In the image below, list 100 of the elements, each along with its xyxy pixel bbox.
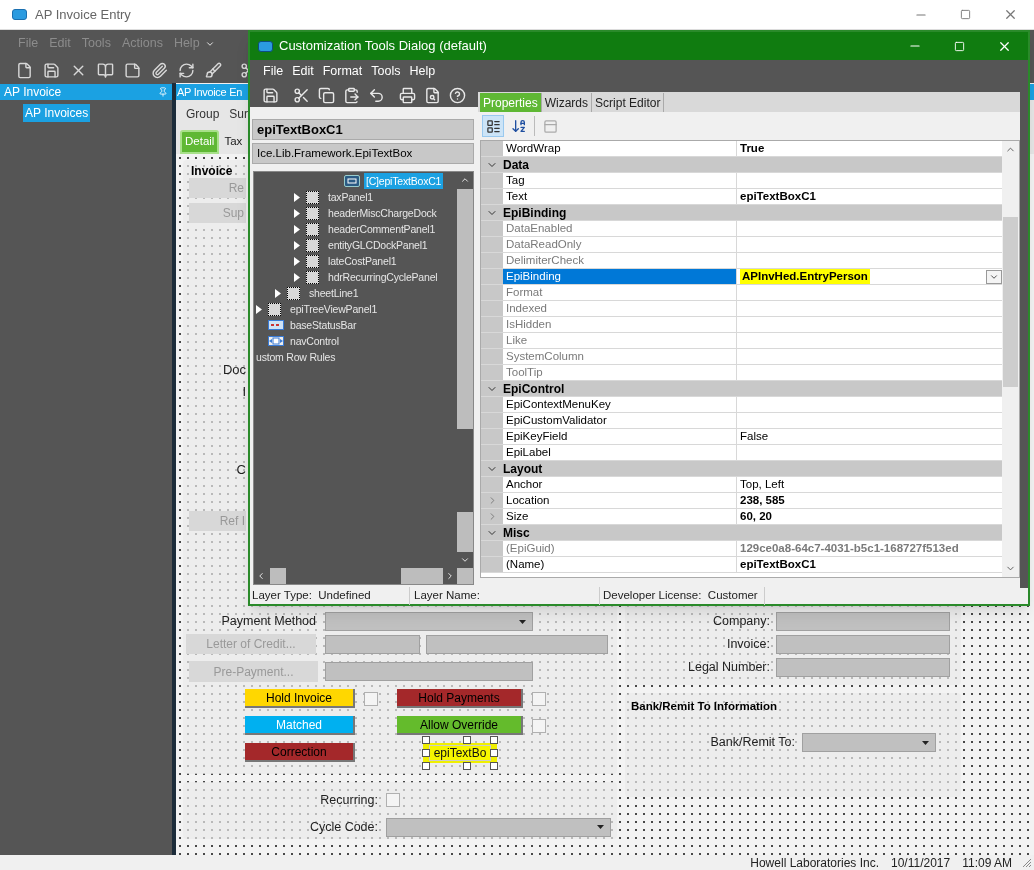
expand-arrow-icon[interactable] [294, 192, 300, 202]
save-icon[interactable] [262, 86, 279, 104]
category-label: Layout [503, 460, 543, 478]
refresh-icon[interactable] [178, 61, 195, 79]
expand-arrow-icon[interactable] [294, 272, 300, 282]
expand-arrow-icon[interactable] [275, 288, 281, 298]
property-name[interactable]: EpiContextMenuKey [503, 397, 737, 412]
book-icon[interactable] [97, 61, 114, 79]
property-name[interactable]: DelimiterCheck [503, 253, 737, 268]
control-type-field[interactable]: Ice.Lib.Framework.EpiTextBox [252, 143, 474, 164]
close-icon[interactable] [1003, 7, 1018, 22]
property-value: False [740, 429, 769, 444]
toolbar-item[interactable]: Group [186, 105, 220, 123]
input-field[interactable] [776, 635, 950, 654]
print-icon[interactable] [399, 86, 416, 104]
tree-item[interactable]: lateCostPanel1 [326, 253, 399, 269]
input-field[interactable] [426, 634, 608, 654]
menu-item[interactable]: Format [322, 62, 363, 81]
toolbar-item[interactable]: Sur [229, 105, 249, 123]
tree-item[interactable]: ustom Row Rules [254, 349, 338, 365]
property-name[interactable]: DataEnabled [503, 221, 737, 236]
new-icon[interactable] [16, 61, 33, 79]
tree-item[interactable]: sheetLine1 [307, 285, 361, 301]
input-field[interactable] [776, 658, 950, 677]
paperclip-icon[interactable] [151, 61, 168, 79]
checkbox[interactable] [532, 718, 546, 733]
status-button[interactable]: Allow Override [397, 716, 523, 735]
property-name[interactable]: EpiKeyField [503, 429, 737, 444]
resize-grip-icon[interactable] [1022, 857, 1032, 868]
save-icon[interactable] [43, 61, 60, 79]
designer-text-box[interactable]: epiTextBo [428, 744, 492, 761]
tree-item[interactable]: headerMiscChargeDock [326, 205, 439, 221]
property-name[interactable]: EpiLabel [503, 445, 737, 460]
note-icon[interactable] [124, 61, 141, 79]
expand-arrow-icon[interactable] [294, 240, 300, 250]
property-name[interactable]: Anchor [503, 477, 737, 492]
expand-arrow-icon[interactable] [294, 224, 300, 234]
input-field[interactable] [325, 634, 420, 654]
scroll-thumb[interactable] [270, 568, 286, 584]
cycle-code-dropdown[interactable] [386, 817, 611, 837]
scroll-left-icon[interactable] [256, 571, 266, 581]
property-name[interactable]: SystemColumn [503, 349, 737, 364]
checkbox[interactable] [532, 691, 546, 706]
cut-icon[interactable] [293, 86, 310, 104]
property-name[interactable]: EpiCustomValidator [503, 413, 737, 428]
property-name[interactable]: (EpiGuid) [503, 541, 737, 556]
input-field[interactable] [325, 662, 533, 681]
pin-icon[interactable] [158, 87, 168, 97]
scroll-thumb[interactable] [457, 189, 473, 429]
expand-arrow-icon[interactable] [256, 304, 262, 314]
undo-icon[interactable] [368, 86, 385, 104]
paste-icon[interactable] [343, 86, 360, 104]
menu-item[interactable]: Help [409, 62, 436, 81]
tree-item[interactable]: navControl [288, 333, 341, 349]
tree-item[interactable]: headerCommentPanel1 [326, 221, 438, 237]
property-name[interactable]: Tag [503, 173, 737, 188]
maximize-icon[interactable] [960, 9, 971, 20]
property-name[interactable]: ToolTip [503, 365, 737, 380]
resize-handle[interactable] [462, 761, 471, 770]
resize-handle[interactable] [462, 735, 471, 744]
property-name[interactable]: Like [503, 333, 737, 348]
tree-item[interactable]: entityGLCDockPanel1 [326, 237, 430, 253]
tree-item[interactable]: taxPanel1 [326, 189, 375, 205]
property-name[interactable]: (Name) [503, 557, 737, 572]
scroll-right-icon[interactable] [445, 571, 455, 581]
menu-item[interactable]: Edit [292, 62, 314, 81]
bank-remit-dropdown[interactable] [802, 733, 936, 753]
form-tab[interactable]: Tax [221, 130, 246, 154]
checkbox[interactable] [386, 793, 400, 808]
tree-item[interactable]: epiTreeViewPanel1 [288, 301, 380, 317]
input-field[interactable] [776, 612, 950, 631]
dropdown-button[interactable] [986, 269, 1002, 284]
scroll-up-icon[interactable] [460, 175, 470, 185]
tree-item[interactable]: baseStatusBar [288, 317, 359, 333]
checkbox[interactable] [364, 691, 378, 706]
property-name[interactable]: Location [503, 493, 737, 508]
menu-item[interactable]: File [263, 62, 284, 81]
vertical-scrollbar[interactable] [1002, 141, 1019, 577]
property-name[interactable]: Format [503, 285, 737, 300]
dropdown-arrow-icon [922, 740, 929, 745]
brush-icon[interactable] [205, 61, 222, 79]
property-name[interactable]: Size [503, 509, 737, 524]
expand-arrow-icon[interactable] [294, 256, 300, 266]
property-name[interactable]: EpiBinding [503, 269, 737, 284]
menu-item[interactable]: Tools [371, 62, 401, 81]
status-text: 10/11/2017 [891, 854, 951, 870]
expand-arrow-icon[interactable] [294, 208, 300, 218]
scroll-thumb[interactable] [1003, 217, 1018, 387]
categorized-button[interactable] [482, 115, 504, 137]
scroll-down-icon[interactable] [460, 555, 470, 565]
tree-item[interactable]: hdrRecurringCyclePanel [326, 269, 440, 285]
help-icon[interactable] [449, 86, 466, 104]
property-name[interactable]: DataReadOnly [503, 237, 737, 252]
property-name[interactable]: WordWrap [503, 141, 737, 156]
preview-icon[interactable] [424, 86, 441, 104]
property-name[interactable]: Text [503, 189, 737, 204]
category-label: Misc [503, 524, 530, 542]
copy-icon[interactable] [318, 86, 335, 104]
control-name-field[interactable]: epiTextBoxC1 [252, 119, 474, 140]
status-button[interactable]: Hold Invoice [245, 689, 355, 708]
